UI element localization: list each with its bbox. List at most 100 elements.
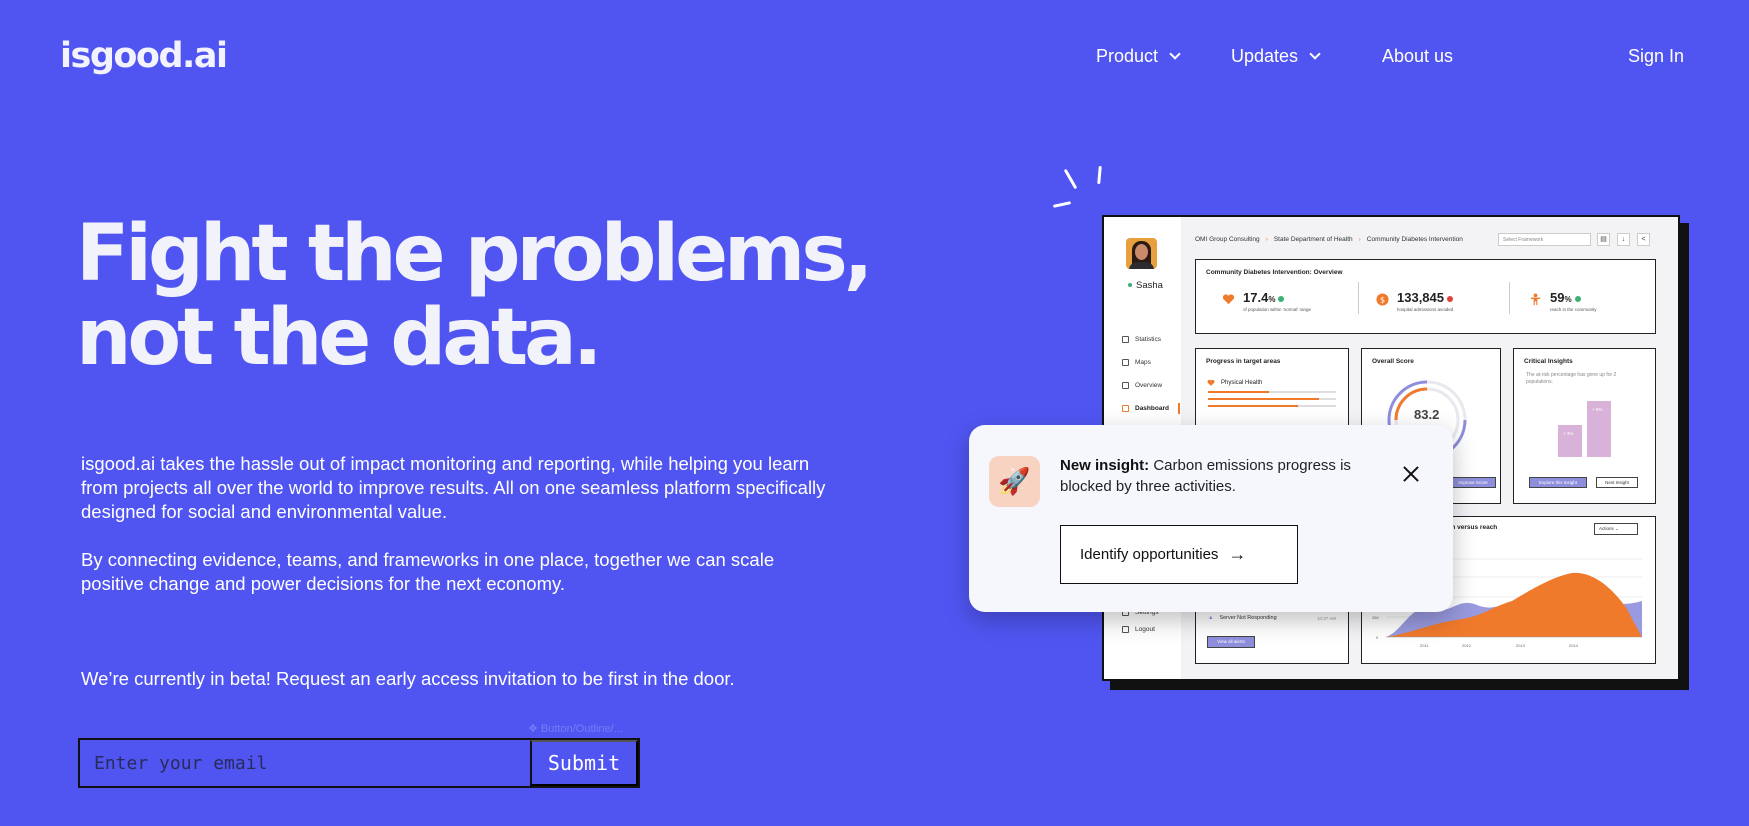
nav-sign-in[interactable]: Sign In — [1628, 46, 1684, 67]
overview-title: Community Diabetes Intervention: Overvie… — [1206, 269, 1343, 276]
warning-icon: ▲ — [1208, 615, 1214, 621]
progress-title: Progress in target areas — [1206, 358, 1281, 365]
stat-admissions: $ 133,845 hospital admissions avoided — [1376, 290, 1453, 312]
trend-up-icon — [1278, 296, 1285, 302]
y-tick-label: 0 — [1376, 635, 1379, 640]
close-icon[interactable] — [1401, 464, 1421, 484]
actions-label: Actions — [1599, 526, 1614, 531]
chevron-down-icon — [1309, 48, 1321, 60]
svg-text:$: $ — [1380, 294, 1385, 304]
heart-icon — [1222, 294, 1235, 305]
breadcrumb: OMI Group Consulting › State Department … — [1195, 236, 1463, 243]
x-tick-label: 2011 — [1420, 643, 1429, 648]
sidebar-item-label: Logout — [1135, 626, 1155, 633]
insight-bar — [1558, 425, 1582, 457]
chevron-down-icon: ⌄ — [1615, 526, 1619, 531]
sidebar-item-label: Overview — [1135, 382, 1163, 389]
person-icon — [1530, 293, 1541, 306]
improve-score-button[interactable]: Improve Score — [1450, 477, 1496, 488]
alert-time: 10:37 AM — [1316, 616, 1336, 621]
explore-insight-button[interactable]: Explore this Insight — [1529, 477, 1587, 488]
stat-unit: % — [1268, 295, 1276, 304]
beta-note: We’re currently in beta! Request an earl… — [81, 668, 735, 689]
framework-select[interactable]: Select Framework — [1498, 233, 1591, 246]
insight-toast: 🚀 New insight: Carbon emissions progress… — [969, 425, 1453, 612]
progress-fill — [1208, 405, 1298, 407]
progress-fill — [1208, 391, 1269, 393]
active-indicator — [1178, 403, 1180, 414]
sidebar-item-label: Dashboard — [1135, 405, 1169, 412]
stat-value: 59 — [1550, 290, 1565, 305]
nav-updates-label: Updates — [1231, 46, 1299, 66]
rocket-icon: 🚀 — [989, 456, 1040, 507]
brand-logo[interactable]: isgood.ai — [60, 36, 228, 76]
hero-headline-line2: not the data. — [76, 293, 602, 383]
download-icon[interactable]: ↓ — [1617, 233, 1630, 246]
user-name: Sasha — [1128, 280, 1163, 291]
stat-label: hospital admissions avoided — [1397, 307, 1454, 312]
sidebar-item-logout[interactable]: Logout — [1122, 626, 1155, 633]
map-icon — [1122, 359, 1129, 366]
alert-item: ▲ Server Not Responding — [1208, 615, 1277, 621]
avatar — [1126, 238, 1157, 269]
toast-title: New insight: — [1060, 457, 1150, 474]
hero-headline: Fight the problems, not the data. — [76, 209, 873, 383]
dashboard-icon — [1122, 405, 1129, 412]
trend-down-icon — [1447, 296, 1453, 302]
alert-item-label: Server Not Responding — [1219, 615, 1277, 621]
sidebar-item-statistics[interactable]: Statistics — [1122, 336, 1161, 343]
progress-item-label: Physical Health — [1221, 380, 1263, 386]
identify-opportunities-button[interactable]: Identify opportunities → — [1060, 525, 1298, 584]
share-icon[interactable]: < — [1637, 233, 1650, 246]
nav-product-label: Product — [1096, 46, 1159, 66]
x-tick-label: 2014 — [1569, 643, 1578, 648]
next-insight-button[interactable]: Next Insight — [1596, 477, 1638, 488]
heart-icon — [1207, 379, 1215, 386]
actions-dropdown[interactable]: Actions ⌄ — [1594, 523, 1638, 535]
insights-card: Critical Insights The at-risk percentage… — [1513, 348, 1656, 504]
x-tick-label: 2012 — [1462, 643, 1471, 648]
sidebar-item-overview[interactable]: Overview — [1122, 382, 1162, 389]
dollar-icon: $ — [1376, 293, 1389, 306]
trend-up-icon — [1574, 296, 1581, 302]
home-icon — [1122, 336, 1129, 343]
document-icon[interactable]: ▤ — [1597, 233, 1610, 246]
breadcrumb-item[interactable]: OMI Group Consulting — [1195, 236, 1260, 243]
score-value: 83.2 — [1414, 407, 1440, 422]
sidebar-item-label: Statistics — [1135, 336, 1162, 343]
nav-about[interactable]: About us — [1382, 46, 1453, 67]
view-all-alerts-button[interactable]: View all alerts — [1207, 636, 1255, 648]
stat-value: 133,845 — [1397, 290, 1444, 305]
progress-fill — [1208, 398, 1319, 400]
breadcrumb-item[interactable]: State Department of Health — [1274, 236, 1353, 243]
sidebar-item-label: Maps — [1135, 359, 1151, 366]
chevron-down-icon — [1169, 48, 1181, 60]
breadcrumb-item[interactable]: Community Diabetes Intervention — [1367, 236, 1463, 243]
stat-unit: % — [1564, 295, 1572, 304]
email-signup-form: Submit — [78, 738, 640, 788]
sidebar-item-dashboard[interactable]: Dashboard — [1122, 405, 1169, 412]
stat-value: 17.4 — [1243, 290, 1269, 305]
stat-label: reach in the community — [1550, 307, 1597, 312]
insight-bar-label: + 3% — [1563, 431, 1574, 436]
chevron-right-icon: › — [1358, 236, 1361, 243]
nav-updates[interactable]: Updates — [1231, 46, 1321, 67]
email-input[interactable] — [80, 740, 530, 786]
hero-headline-line1: Fight the problems, — [76, 209, 873, 299]
submit-button[interactable]: Submit — [530, 740, 638, 786]
insights-title: Critical Insights — [1524, 358, 1573, 365]
nav-product[interactable]: Product — [1096, 46, 1181, 67]
identify-opportunities-label: Identify opportunities — [1080, 546, 1219, 563]
sidebar-item-maps[interactable]: Maps — [1122, 359, 1151, 366]
logout-icon — [1122, 626, 1129, 633]
progress-item: Physical Health — [1207, 379, 1262, 387]
stat-label: of population within 'normal' range — [1243, 307, 1312, 312]
overview-card: Community Diabetes Intervention: Overvie… — [1195, 259, 1656, 334]
score-title: Overall Score — [1372, 358, 1414, 365]
hero-paragraph-1: isgood.ai takes the hassle out of impact… — [81, 453, 826, 522]
insight-bar-label: + 9% — [1592, 407, 1603, 412]
stat-population: 17.4% of population within 'normal' rang… — [1222, 290, 1311, 312]
overview-icon — [1122, 382, 1129, 389]
stat-reach: 59% reach in the community — [1529, 290, 1597, 312]
chevron-right-icon: › — [1265, 236, 1268, 243]
